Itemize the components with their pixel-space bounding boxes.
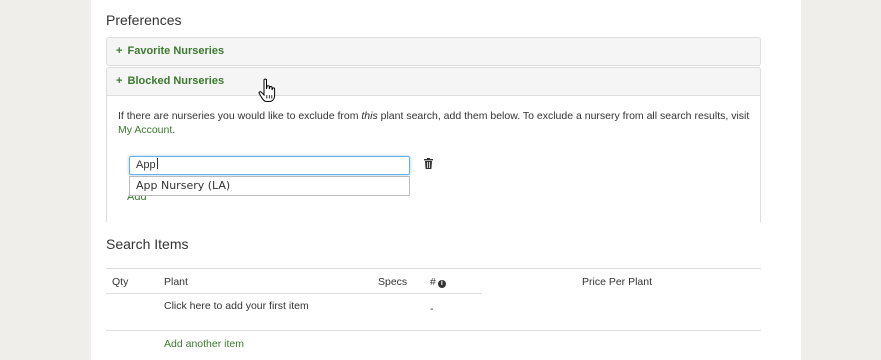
desc-text: If there are nurseries you would like to… [118,110,362,122]
desc-end: . [172,124,176,136]
column-header-specs: Specs [378,276,408,288]
blocked-nurseries-label: Blocked Nurseries [127,75,225,87]
hand-pointer-icon [258,78,276,102]
favorite-nurseries-panel: + Favorite Nurseries [106,37,761,66]
column-header-qty: Qty [112,276,129,288]
blocked-nurseries-header[interactable]: + Blocked Nurseries [107,68,760,95]
favorite-nurseries-label: Favorite Nurseries [127,45,225,57]
search-items-title: Search Items [106,236,189,252]
column-header-plant: Plant [164,276,188,288]
table-top-rule [106,268,761,269]
my-account-link[interactable]: My Account [118,124,172,136]
nursery-search-value: App [136,159,156,171]
favorite-nurseries-header[interactable]: + Favorite Nurseries [107,38,760,65]
text-caret [156,158,158,169]
add-another-item-link[interactable]: Add another item [164,338,244,350]
blocked-nurseries-description: If there are nurseries you would like to… [118,109,758,137]
page-content: Preferences + Favorite Nurseries + Block… [91,0,801,360]
add-first-item-link[interactable]: Click here to add your first item [164,300,309,312]
plus-icon: + [116,75,123,87]
header-bottom-rule [106,293,482,294]
blocked-nurseries-panel: + Blocked Nurseries If there are nurseri… [106,67,761,225]
blocked-nurseries-body: If there are nurseries you would like to… [107,95,760,225]
first-row-count: - [430,303,434,315]
column-header-count: # i [430,276,446,288]
plus-icon: + [116,45,123,57]
column-header-price: Price Per Plant [582,276,653,288]
info-icon[interactable]: i [437,280,446,288]
desc-text-2: plant search, add them below. To exclude… [377,110,750,122]
row-bottom-rule [106,330,761,331]
preferences-title: Preferences [106,12,182,28]
count-label: # [430,276,436,288]
trash-icon[interactable] [424,158,433,169]
nursery-search-input[interactable]: App [129,156,410,175]
autocomplete-suggestion[interactable]: App Nursery (LA) [129,176,410,196]
desc-italic: this [361,110,378,122]
